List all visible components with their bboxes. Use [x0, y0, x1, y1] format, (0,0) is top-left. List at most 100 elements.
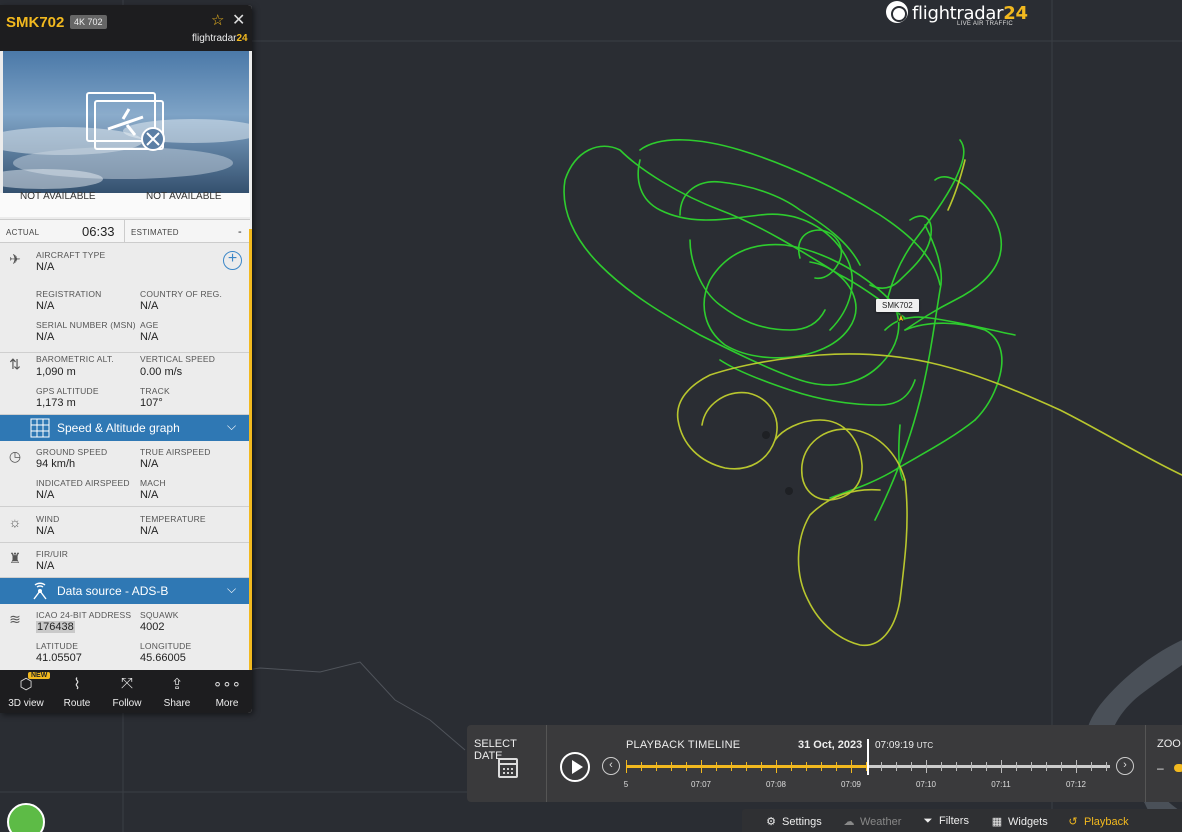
route-icon: ⌇	[73, 676, 81, 693]
chevron-left-icon[interactable]: ‹	[602, 757, 620, 775]
wind-section: ☼ WIND N/A TEMPERATURE N/A	[0, 507, 249, 543]
chevron-down-icon: ⌵	[227, 419, 237, 433]
longitude-label: LONGITUDE	[140, 641, 192, 651]
timeline-minor-tick	[731, 762, 732, 771]
latitude-label: LATITUDE	[36, 641, 79, 651]
vertical-speed-label: VERTICAL SPEED	[140, 354, 216, 364]
zoom-label: ZOO	[1157, 738, 1181, 750]
timeline-minor-tick	[761, 762, 762, 771]
timeline-minor-tick	[686, 762, 687, 771]
actual-estimated-row: ACTUAL 06:33 ESTIMATED -	[0, 219, 250, 243]
latitude-value: 41.05507	[36, 652, 82, 664]
chevron-down-icon: ⌵	[227, 582, 237, 596]
timeline-minor-tick	[896, 762, 897, 771]
timeline-tick-label: 07:08	[765, 780, 787, 789]
playback-timeline-title: PLAYBACK TIMELINE	[626, 739, 741, 751]
speed-altitude-graph-toggle[interactable]: Speed & Altitude graph ⌵	[0, 415, 249, 441]
timeline-minor-tick	[1031, 762, 1032, 771]
timeline-minor-tick	[941, 762, 942, 771]
baro-alt-label: BAROMETRIC ALT.	[36, 354, 114, 364]
weather-icon: ☁	[843, 816, 855, 828]
wind-value: N/A	[36, 525, 55, 537]
timeline-minor-tick	[986, 762, 987, 771]
data-source-toggle[interactable]: Data source - ADS-B ⌵	[0, 578, 249, 604]
flight-callout[interactable]: SMK702	[876, 299, 919, 312]
timeline-minor-tick	[971, 762, 972, 771]
timeline-minor-tick	[746, 762, 747, 771]
playback-button[interactable]: ↺ Playback	[1066, 815, 1128, 828]
arrival-not-available: NOT AVAILABLE	[146, 191, 222, 202]
gps-alt-label: GPS ALTITUDE	[36, 386, 99, 396]
aircraft-photo-placeholder	[3, 51, 249, 193]
track-value: 107°	[140, 397, 163, 409]
zoom-minus[interactable]: –	[1157, 761, 1164, 775]
chevron-right-icon[interactable]: ›	[1116, 757, 1134, 775]
share-icon: ⇪	[170, 676, 184, 693]
more-button[interactable]: ∘∘∘ More	[202, 670, 252, 713]
close-icon[interactable]: ✕	[232, 10, 245, 30]
follow-button[interactable]: ⤧ Follow	[102, 670, 152, 713]
estimated-label: ESTIMATED	[131, 228, 179, 237]
adsb-section: ≋ ICAO 24-BIT ADDRESS 176438 SQUAWK 4002…	[0, 604, 249, 670]
timeline-major-tick	[626, 760, 627, 773]
squawk-label: SQUAWK	[140, 610, 179, 620]
serial-value: N/A	[36, 331, 55, 343]
panel-actions: ⬡ NEW 3D view ⌇ Route ⤧ Follow ⇪ Share ∘…	[0, 670, 252, 713]
departure-not-available: NOT AVAILABLE	[20, 191, 96, 202]
share-button[interactable]: ⇪ Share	[152, 670, 202, 713]
radar-logo-icon	[886, 1, 908, 23]
play-button[interactable]	[560, 752, 590, 782]
registration-badge: 4K 702	[70, 15, 107, 29]
ground-speed-label: GROUND SPEED	[36, 447, 108, 457]
route-button[interactable]: ⌇ Route	[52, 670, 102, 713]
panel-scroll-accent[interactable]	[249, 229, 252, 679]
speed-section: ◷ GROUND SPEED 94 km/h TRUE AIRSPEED N/A…	[0, 441, 249, 507]
calendar-icon	[498, 758, 518, 778]
country-label: COUNTRY OF REG.	[140, 289, 223, 299]
widgets-button[interactable]: ▦ Widgets	[990, 815, 1048, 828]
baro-alt-value: 1,090 m	[36, 366, 76, 378]
weather-button[interactable]: ☁ Weather	[842, 815, 902, 828]
playback-time: 07:09:19 UTC	[875, 740, 934, 751]
aircraft-section: ✈ AIRCRAFT TYPE N/A + REGISTRATION N/A C…	[0, 243, 249, 353]
weather-icon: ☼	[8, 514, 22, 530]
timeline-minor-tick	[656, 762, 657, 771]
filters-button[interactable]: ⏷ Filters	[921, 815, 969, 828]
wind-label: WIND	[36, 514, 60, 524]
speed-altitude-graph-label: Speed & Altitude graph	[57, 421, 180, 435]
add-aircraft-icon[interactable]: +	[223, 251, 242, 270]
more-dots-icon: ∘∘∘	[212, 676, 242, 693]
widgets-icon: ▦	[991, 816, 1003, 828]
panel-brand: flightradar24	[192, 33, 248, 44]
callsign: SMK702	[6, 14, 65, 31]
playback-progress	[626, 765, 868, 768]
favorite-star-icon[interactable]: ☆	[211, 11, 224, 29]
mach-value: N/A	[140, 489, 159, 501]
gear-icon: ⚙	[766, 816, 776, 828]
filter-icon: ⏷	[923, 815, 933, 827]
icao-label: ICAO 24-BIT ADDRESS	[36, 610, 132, 620]
timeline-major-tick	[701, 760, 702, 773]
timeline-minor-tick	[1106, 762, 1107, 771]
3d-view-button[interactable]: ⬡ NEW 3D view	[1, 670, 51, 713]
timeline-minor-tick	[671, 762, 672, 771]
squawk-value: 4002	[140, 621, 165, 633]
age-label: AGE	[140, 320, 159, 330]
aircraft-type-label: AIRCRAFT TYPE	[36, 250, 106, 260]
timeline-minor-tick	[836, 762, 837, 771]
icao-value[interactable]: 176438	[36, 621, 75, 633]
settings-button[interactable]: ⚙ Settings	[764, 815, 822, 828]
altitude-icon: ⇅	[9, 356, 21, 372]
select-date-button[interactable]: SELECT DATE	[467, 725, 547, 802]
playback-cursor[interactable]	[867, 739, 869, 775]
zoom-slider-handle[interactable]	[1174, 764, 1182, 772]
bottom-toolbar: ⚙ Settings ☁ Weather ⏷ Filters ▦ Widgets ↺ Pl…	[742, 809, 1182, 832]
timeline-minor-tick	[1061, 762, 1062, 771]
fir-label: FIR/UIR	[36, 549, 69, 559]
timeline-minor-tick	[641, 762, 642, 771]
estimated-time: -	[238, 226, 242, 238]
airplane-icon: ✈	[9, 251, 21, 267]
ground-speed-value: 94 km/h	[36, 458, 76, 470]
control-tower-icon: ♜	[8, 550, 22, 566]
timeline-major-tick	[1076, 760, 1077, 773]
